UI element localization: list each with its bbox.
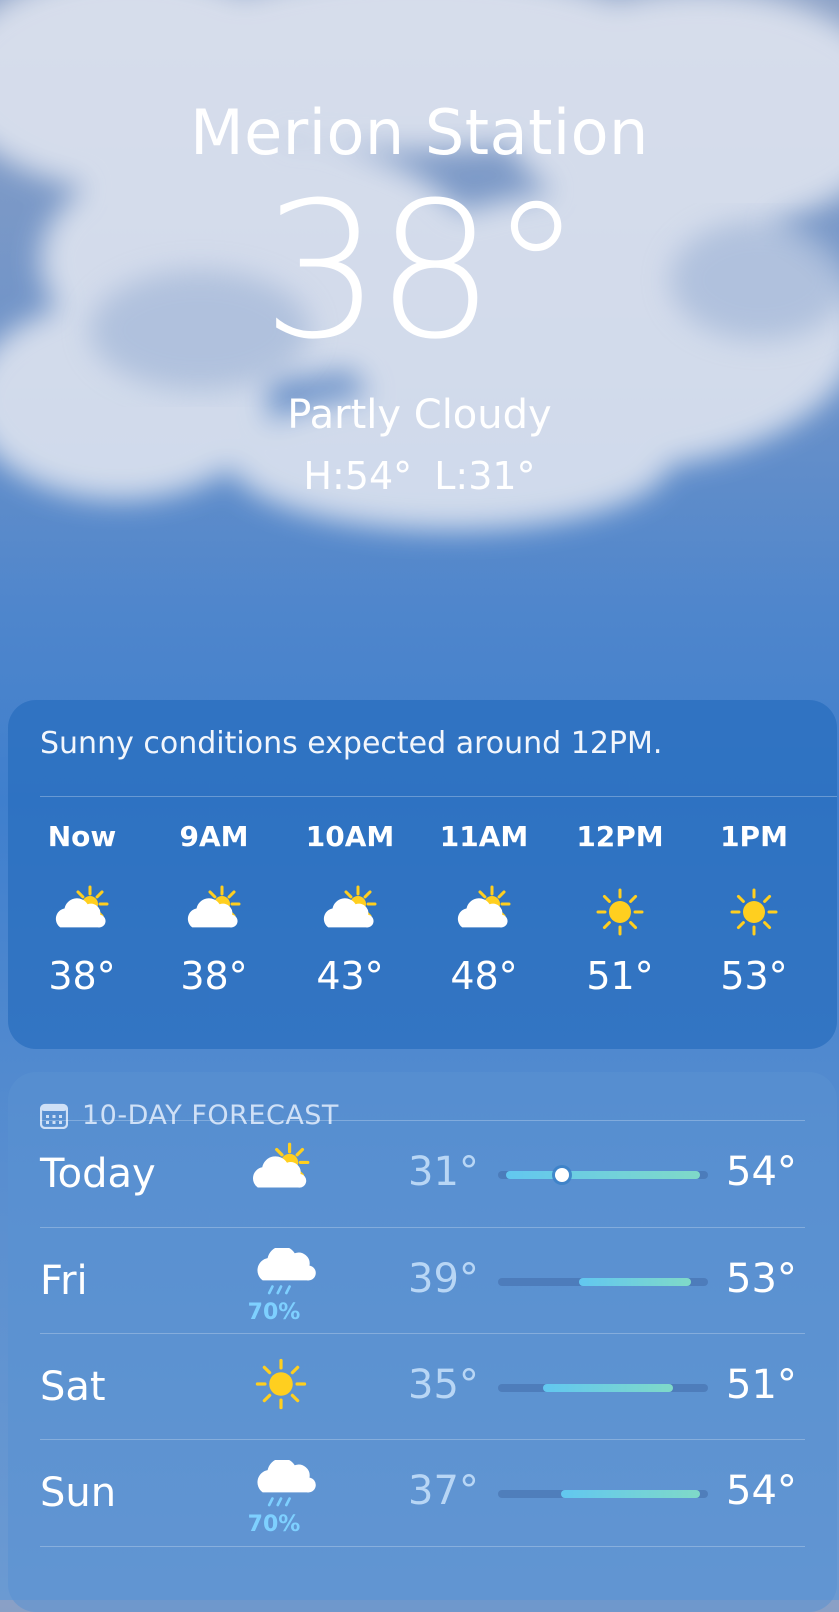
- current-temp-dot: [554, 1168, 569, 1182]
- temp-range-bar: [498, 1168, 708, 1182]
- temp-range-fill: [579, 1278, 691, 1286]
- hour-temp: 51°: [586, 954, 654, 998]
- rain-icon: [246, 1246, 316, 1308]
- sun-icon: [246, 1354, 316, 1414]
- temp-range-bar: [498, 1490, 708, 1498]
- high-temp: 51°: [726, 1362, 797, 1408]
- precip-chance: 70%: [247, 1512, 301, 1537]
- day-name: Fri: [40, 1258, 88, 1304]
- partly-cloudy-icon: [320, 884, 380, 940]
- partly-cloudy-icon: [454, 884, 514, 940]
- hour-temp: 48°: [450, 954, 518, 998]
- ten-day-forecast-card[interactable]: 10-DAY FORECAST Today 31° 54° Fri 70% 39…: [8, 1072, 837, 1612]
- high-temp: 54°: [726, 1149, 797, 1195]
- hour-label: 9AM: [179, 820, 249, 853]
- location-name: Merion Station: [190, 96, 649, 169]
- day-row-fri[interactable]: Fri 70% 39° 53°: [8, 1228, 837, 1336]
- hour-label: 11AM: [439, 820, 529, 853]
- hourly-forecast-card[interactable]: Sunny conditions expected around 12PM. N…: [8, 700, 837, 1049]
- temp-range-bar: [498, 1384, 708, 1392]
- hour-label: 12PM: [576, 820, 664, 853]
- day-row-sun[interactable]: Sun 70% 37° 54°: [8, 1440, 837, 1548]
- hour-label: Now: [47, 820, 117, 853]
- precip-chance: 70%: [247, 1300, 301, 1325]
- sun-icon: [724, 884, 784, 940]
- temp-range-fill: [506, 1171, 700, 1179]
- partly-cloudy-icon: [246, 1141, 316, 1201]
- temp-range-fill: [560, 1490, 700, 1498]
- low-temp: 31°: [408, 1149, 479, 1195]
- hour-label: 10AM: [305, 820, 395, 853]
- hour-temp: 53°: [720, 954, 788, 998]
- low-temp: 37°: [408, 1468, 479, 1514]
- hour-label: 1PM: [720, 820, 788, 853]
- partly-cloudy-icon: [52, 884, 112, 940]
- high-temp: 53°: [726, 1256, 797, 1302]
- hour-temp: 38°: [180, 954, 248, 998]
- hour-temp: 43°: [316, 954, 384, 998]
- day-name: Sun: [40, 1470, 117, 1516]
- temp-range-bar: [498, 1278, 708, 1286]
- day-row-today[interactable]: Today 31° 54°: [8, 1121, 837, 1229]
- sun-icon: [590, 884, 650, 940]
- day-name: Today: [40, 1151, 156, 1197]
- divider: [40, 1546, 805, 1547]
- hourly-list[interactable]: Now 38° 9AM 38° 10AM 43° 11AM 48° 12PM 5…: [8, 820, 837, 1020]
- partly-cloudy-icon: [184, 884, 244, 940]
- condition-text: Partly Cloudy: [287, 392, 552, 438]
- hourly-summary: Sunny conditions expected around 12PM.: [40, 726, 663, 761]
- high-temp: 54°: [726, 1468, 797, 1514]
- rain-icon: [246, 1458, 316, 1520]
- hour-temp: 38°: [48, 954, 116, 998]
- low-temp: 35°: [408, 1362, 479, 1408]
- divider: [40, 796, 837, 797]
- high-low-text: H:54° L:31°: [303, 454, 536, 498]
- temp-range-fill: [542, 1384, 673, 1392]
- day-name: Sat: [40, 1364, 106, 1410]
- day-row-sat[interactable]: Sat 35° 51°: [8, 1334, 837, 1442]
- low-temp: 39°: [408, 1256, 479, 1302]
- current-temperature: 38°: [261, 162, 583, 381]
